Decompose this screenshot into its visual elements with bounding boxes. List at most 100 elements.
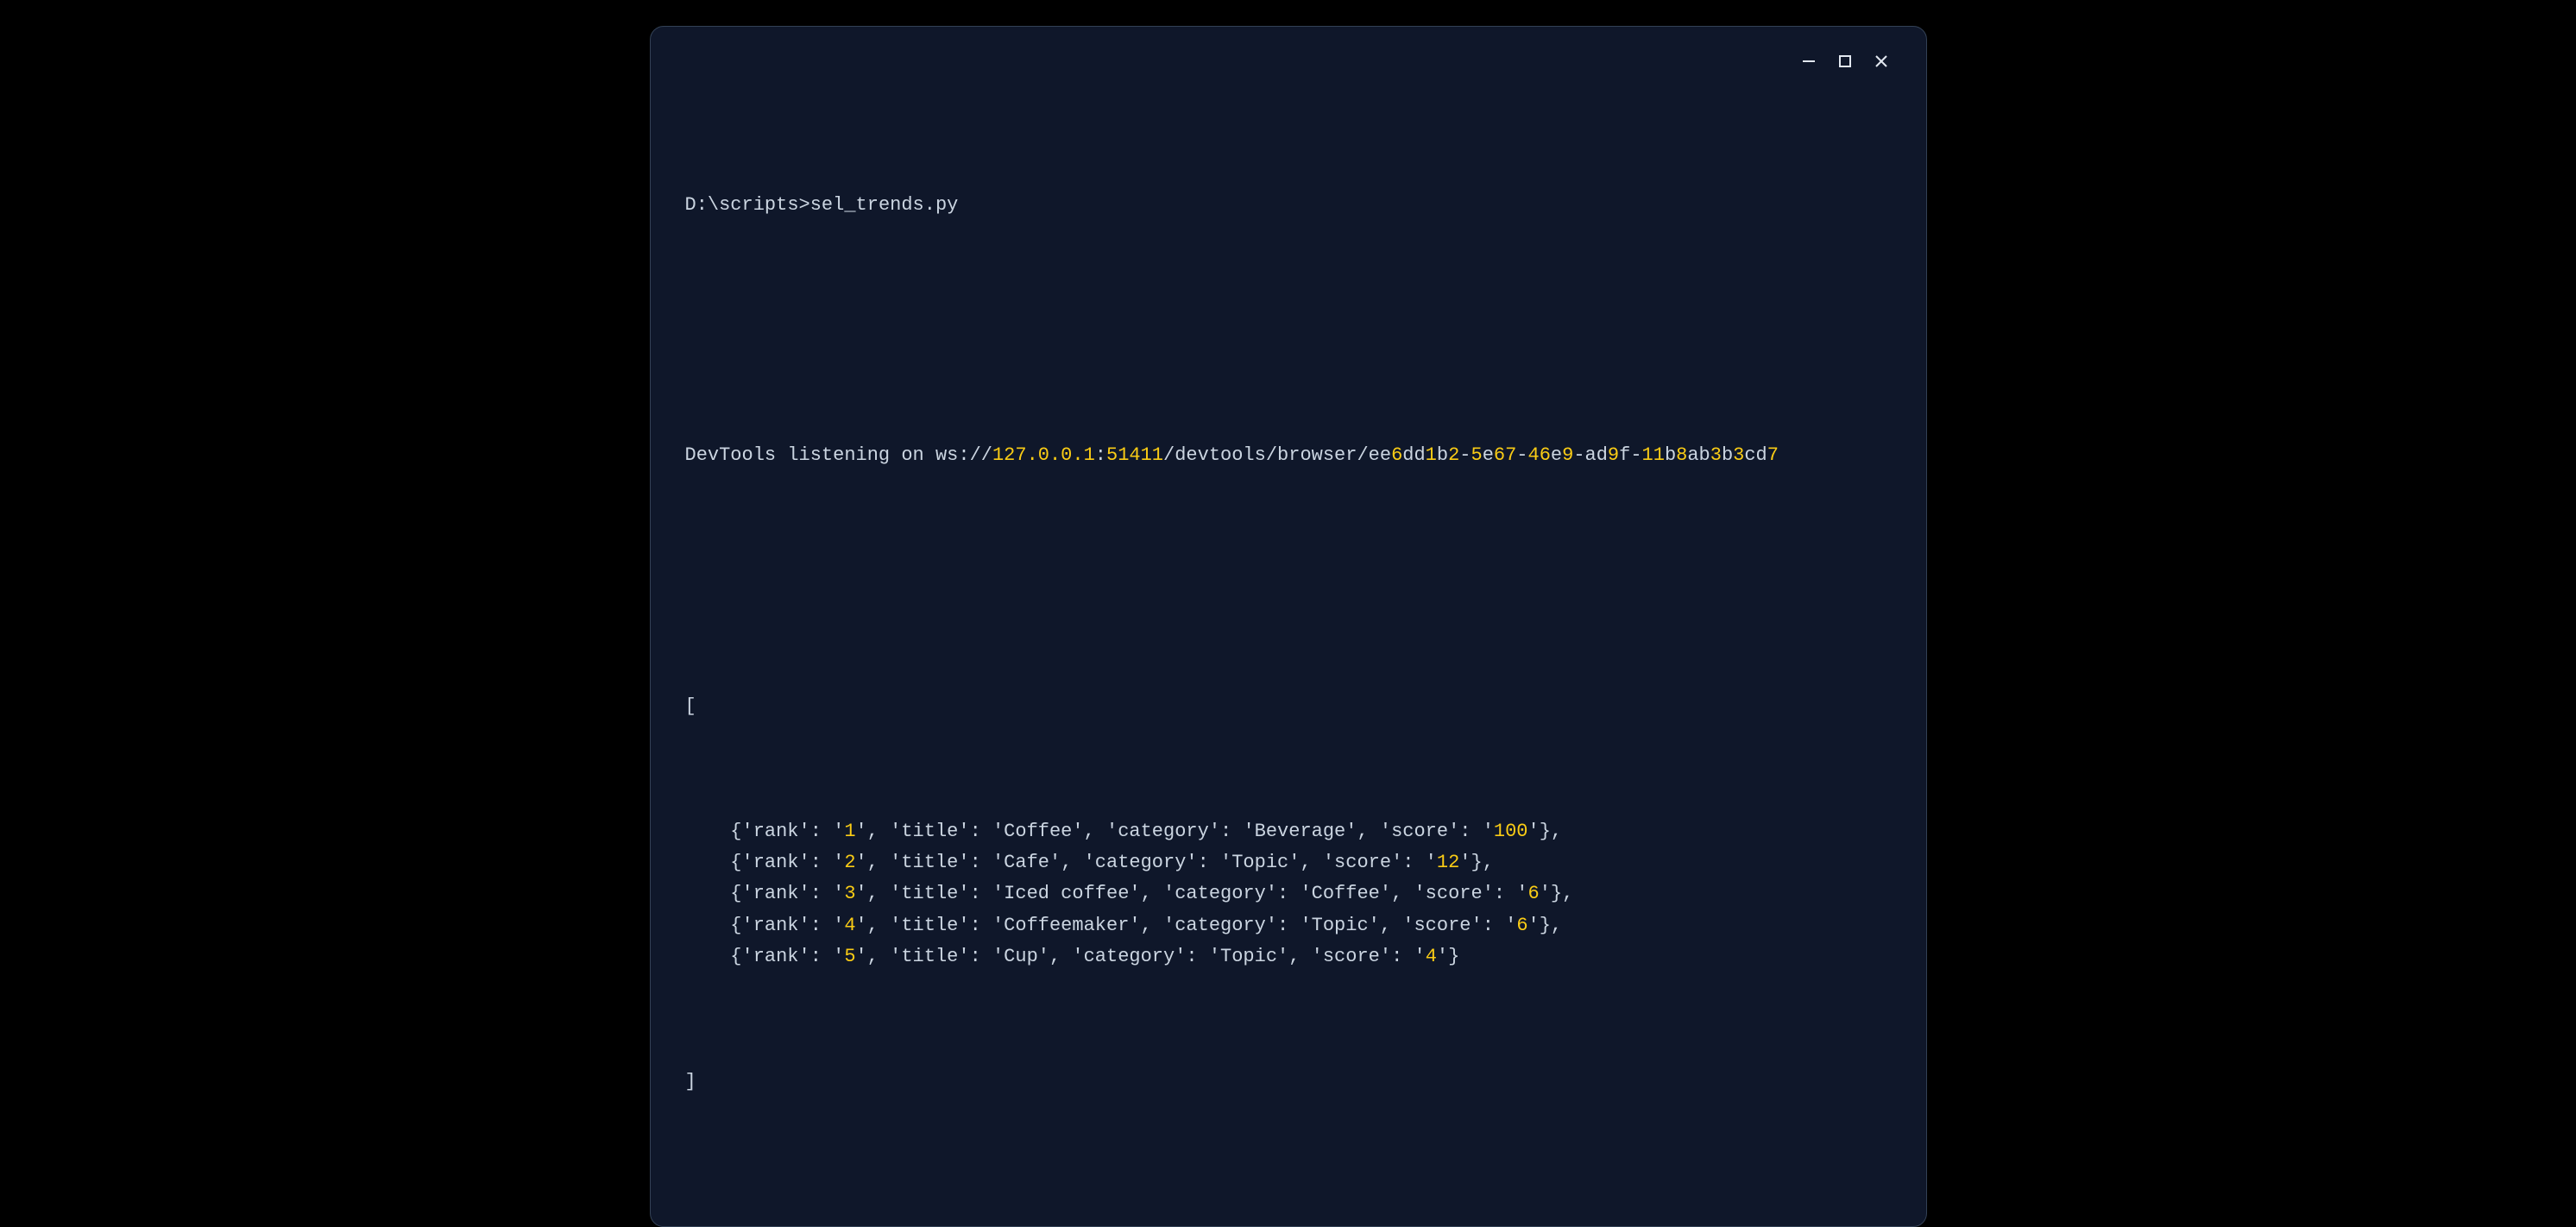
brace-open: { [730, 821, 741, 842]
field-key-title: 'title' [890, 883, 969, 904]
field-value-rank: 1 [844, 821, 855, 842]
field-value-rank: 5 [844, 946, 855, 967]
field-key-title: 'title' [890, 915, 969, 936]
brace-close: '} [1528, 821, 1551, 842]
sep: : [970, 915, 992, 936]
field-value-score: 100 [1494, 821, 1528, 842]
brace-close: '} [1528, 915, 1551, 936]
sep: : [970, 821, 992, 842]
guid-segment: 8 [1676, 444, 1687, 466]
prompt-path: D:\scripts> [685, 194, 810, 216]
guid-segment: cd [1744, 444, 1767, 466]
prompt-line: D:\scripts>sel_trends.py [685, 190, 1892, 221]
sep: : [1220, 821, 1243, 842]
list-item: {'rank': '1', 'title': 'Coffee', 'catego… [685, 816, 1892, 847]
sep: ', [856, 915, 891, 936]
sep: , [1288, 946, 1311, 967]
field-key-score: 'score' [1323, 852, 1402, 873]
field-value-score: 6 [1516, 915, 1527, 936]
close-button[interactable] [1871, 51, 1892, 72]
guid-segment: - [1459, 444, 1471, 466]
brace-open: { [730, 883, 741, 904]
sep: : [1277, 883, 1300, 904]
guid-segment: 11 [1642, 444, 1665, 466]
brace-close: '} [1437, 946, 1459, 967]
sep: : ' [1483, 915, 1517, 936]
field-value-rank: 2 [844, 852, 855, 873]
field-key-rank: 'rank' [742, 915, 810, 936]
guid-segment: 3 [1733, 444, 1744, 466]
minimize-button[interactable] [1798, 51, 1819, 72]
field-value-title: 'Coffeemaker' [992, 915, 1141, 936]
field-value-category: 'Beverage' [1243, 821, 1357, 842]
comma: , [1483, 852, 1494, 873]
field-value-category: 'Topic' [1209, 946, 1288, 967]
sep: ', [856, 883, 891, 904]
sep: , [1141, 915, 1163, 936]
field-value-rank: 3 [844, 883, 855, 904]
brace-open: { [730, 915, 741, 936]
field-key-category: 'category' [1163, 915, 1277, 936]
sep: , [1380, 915, 1402, 936]
sep: : [970, 883, 992, 904]
sep: , [1084, 821, 1106, 842]
guid-segment: ab [1687, 444, 1710, 466]
sep: : ' [810, 821, 845, 842]
field-value-score: 6 [1528, 883, 1540, 904]
sep: ', [856, 852, 891, 873]
field-key-score: 'score' [1402, 915, 1482, 936]
list-item: {'rank': '2', 'title': 'Cafe', 'category… [685, 847, 1892, 878]
field-key-title: 'title' [890, 821, 969, 842]
devtools-port: 51411 [1106, 444, 1163, 466]
guid-segment: b [1665, 444, 1676, 466]
field-value-title: 'Cafe' [992, 852, 1061, 873]
close-icon [1874, 53, 1889, 69]
field-key-category: 'category' [1106, 821, 1220, 842]
sep: : [1277, 915, 1300, 936]
sep: , [1049, 946, 1072, 967]
guid-segment: -ad [1573, 444, 1608, 466]
sep: : [1186, 946, 1208, 967]
array-open: [ [685, 691, 1892, 722]
guid-segment: 67 [1494, 444, 1516, 466]
sep: , [1061, 852, 1083, 873]
terminal-content[interactable]: D:\scripts>sel_trends.py DevTools listen… [685, 96, 1892, 1192]
array-close: ] [685, 1067, 1892, 1098]
guid-segment: 6 [1391, 444, 1402, 466]
blank-line [685, 565, 1892, 596]
brace-close: '} [1459, 852, 1482, 873]
devtools-host: 127.0.0.1 [992, 444, 1095, 466]
window-titlebar [685, 47, 1892, 96]
field-value-score: 12 [1437, 852, 1459, 873]
command-text: sel_trends.py [810, 194, 959, 216]
sep: : ' [810, 852, 845, 873]
sep: , [1141, 883, 1163, 904]
sep: : ' [1459, 821, 1494, 842]
devtools-path: /devtools/browser/ee [1163, 444, 1391, 466]
list-item: {'rank' : ' 4', 'title': 'Coffeemaker', 'c… [685, 910, 1892, 941]
field-value-rank: 4 [844, 915, 855, 936]
sep: , [1357, 821, 1379, 842]
guid-segment: e [1483, 444, 1494, 466]
guid-segment: 5 [1471, 444, 1482, 466]
guid-segment: 9 [1562, 444, 1573, 466]
sep: : ' [1391, 946, 1426, 967]
field-key-title: 'title' [890, 852, 969, 873]
guid-segment: b [1722, 444, 1733, 466]
terminal-window: D:\scripts>sel_trends.py DevTools listen… [650, 26, 1927, 1227]
sep: ', [856, 821, 891, 842]
field-key-rank: 'rank' [742, 946, 810, 967]
field-value-category: 'Topic' [1220, 852, 1300, 873]
brace-open: { [730, 946, 741, 967]
sep: : ' [1402, 852, 1437, 873]
guid-segment: 3 [1710, 444, 1722, 466]
maximize-button[interactable] [1835, 51, 1855, 72]
sep: : ' [810, 883, 845, 904]
field-key-score: 'score' [1414, 883, 1493, 904]
field-key-category: 'category' [1084, 852, 1198, 873]
guid-segment: e [1551, 444, 1562, 466]
field-value-category: 'Coffee' [1300, 883, 1391, 904]
comma: , [1562, 883, 1573, 904]
field-value-category: 'Topic' [1300, 915, 1379, 936]
brace-close: '} [1540, 883, 1562, 904]
